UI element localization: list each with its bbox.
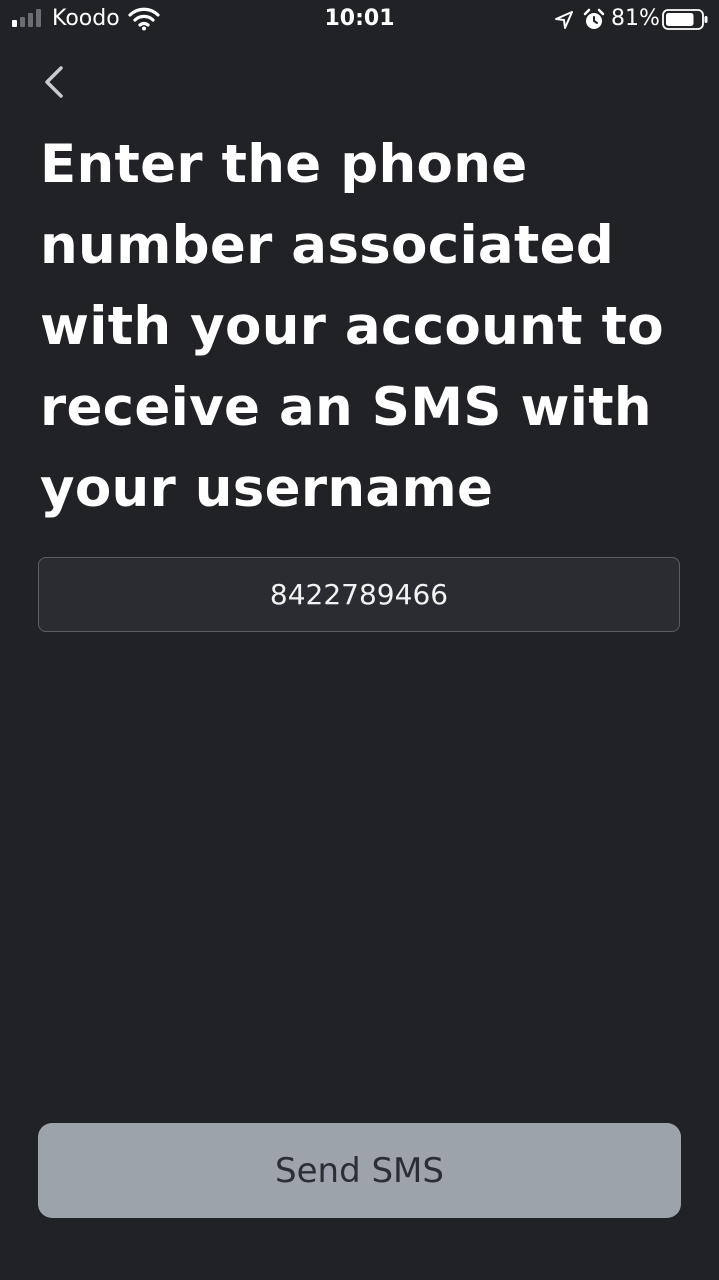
chevron-left-icon <box>45 66 63 98</box>
status-bar: Koodo 10:01 81% <box>0 0 719 40</box>
page-title: Enter the phone number associated with y… <box>40 134 664 519</box>
send-sms-button[interactable]: Send SMS <box>38 1123 681 1218</box>
location-icon <box>555 11 573 29</box>
alarm-icon <box>583 8 605 29</box>
back-button[interactable] <box>30 58 78 106</box>
battery-percent: 81% <box>611 6 660 31</box>
battery-icon <box>662 9 708 30</box>
phone-number-input[interactable] <box>38 557 680 632</box>
